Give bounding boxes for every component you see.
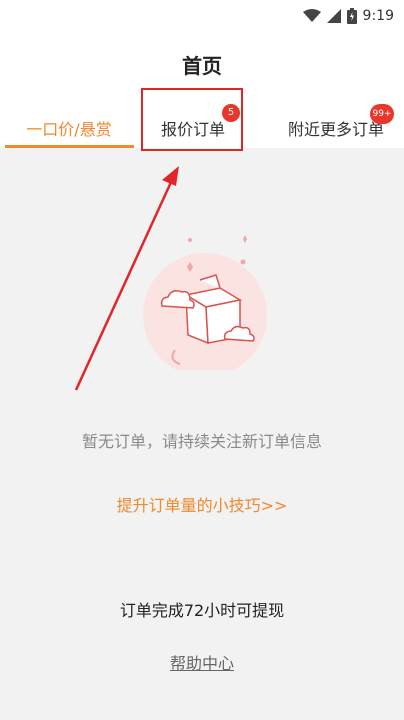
tab-fixed-price-label: 一口价/悬赏 (26, 120, 112, 139)
active-tab-indicator (5, 145, 134, 148)
empty-state-message: 暂无订单，请持续关注新订单信息 (81, 432, 322, 451)
status-bar: 9:19 (0, 0, 404, 32)
tab-nearby-orders-badge: 99+ (370, 104, 394, 124)
battery-icon (346, 8, 357, 24)
tab-nearby-orders[interactable]: 附近更多订单 99+ (268, 90, 404, 148)
status-time: 9:19 (362, 8, 394, 24)
signal-icon (326, 9, 341, 23)
annotation-highlight-box (141, 88, 243, 151)
help-center-link[interactable]: 帮助中心 (0, 650, 404, 674)
empty-box-icon (143, 235, 267, 370)
tab-fixed-price[interactable]: 一口价/悬赏 (0, 90, 138, 148)
page-title: 首页 (182, 54, 222, 78)
tips-link[interactable]: 提升订单量的小技巧>> (0, 492, 404, 516)
wifi-icon (302, 9, 321, 22)
withdraw-notice: 订单完成72小时可提现 (119, 601, 285, 620)
